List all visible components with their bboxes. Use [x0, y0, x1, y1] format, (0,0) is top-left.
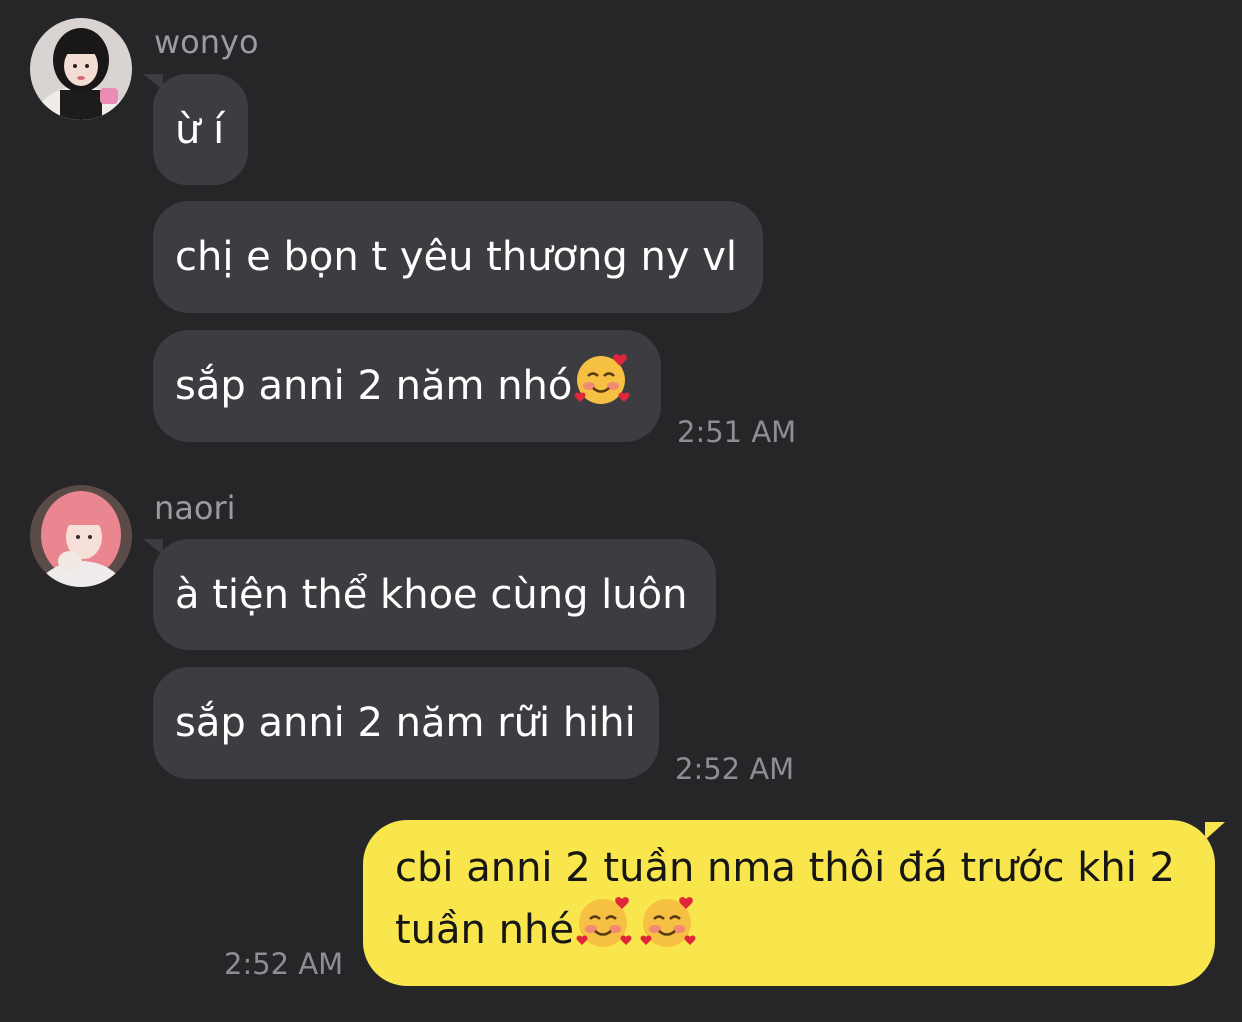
outgoing-message-bubble[interactable]: cbi anni 2 tuần nma thôi đá trước khi 2 … — [363, 820, 1215, 986]
message-bubble[interactable]: sắp anni 2 năm nhó — [153, 330, 661, 442]
message-text: sắp anni 2 năm nhó — [175, 363, 573, 409]
message-text: chị e bọn t yêu thương ny vl — [175, 234, 738, 280]
message-text: ừ í — [175, 106, 225, 153]
message-text: à tiện thể khoe cùng luôn — [175, 571, 688, 618]
smiling-face-with-hearts-icon — [574, 893, 632, 963]
chat-thread[interactable]: wonyo ừ í chị e bọn t yêu thương ny vl s… — [0, 0, 1242, 1022]
message-text: sắp anni 2 năm rữi hihi — [175, 700, 636, 746]
message-timestamp: 2:51 AM — [677, 415, 797, 449]
message-timestamp: 2:52 AM — [224, 947, 344, 981]
message-timestamp: 2:52 AM — [675, 752, 795, 786]
smiling-face-with-hearts-icon — [572, 350, 630, 423]
bubble-tail — [143, 74, 163, 90]
sender-name: naori — [154, 489, 236, 527]
avatar-wonyo[interactable] — [30, 18, 132, 120]
message-bubble[interactable]: chị e bọn t yêu thương ny vl — [153, 201, 763, 313]
smiling-face-with-hearts-icon — [638, 893, 696, 963]
bubble-tail — [143, 539, 163, 555]
message-bubble[interactable]: sắp anni 2 năm rữi hihi — [153, 667, 659, 779]
outgoing-bubble-tail — [1205, 822, 1225, 840]
sender-name: wonyo — [154, 23, 259, 61]
message-text: cbi anni 2 tuần nma thôi đá trước khi 2 … — [395, 845, 1175, 953]
message-bubble[interactable]: à tiện thể khoe cùng luôn — [153, 539, 716, 650]
message-bubble[interactable]: ừ í — [153, 74, 248, 185]
avatar-naori[interactable] — [30, 485, 132, 587]
